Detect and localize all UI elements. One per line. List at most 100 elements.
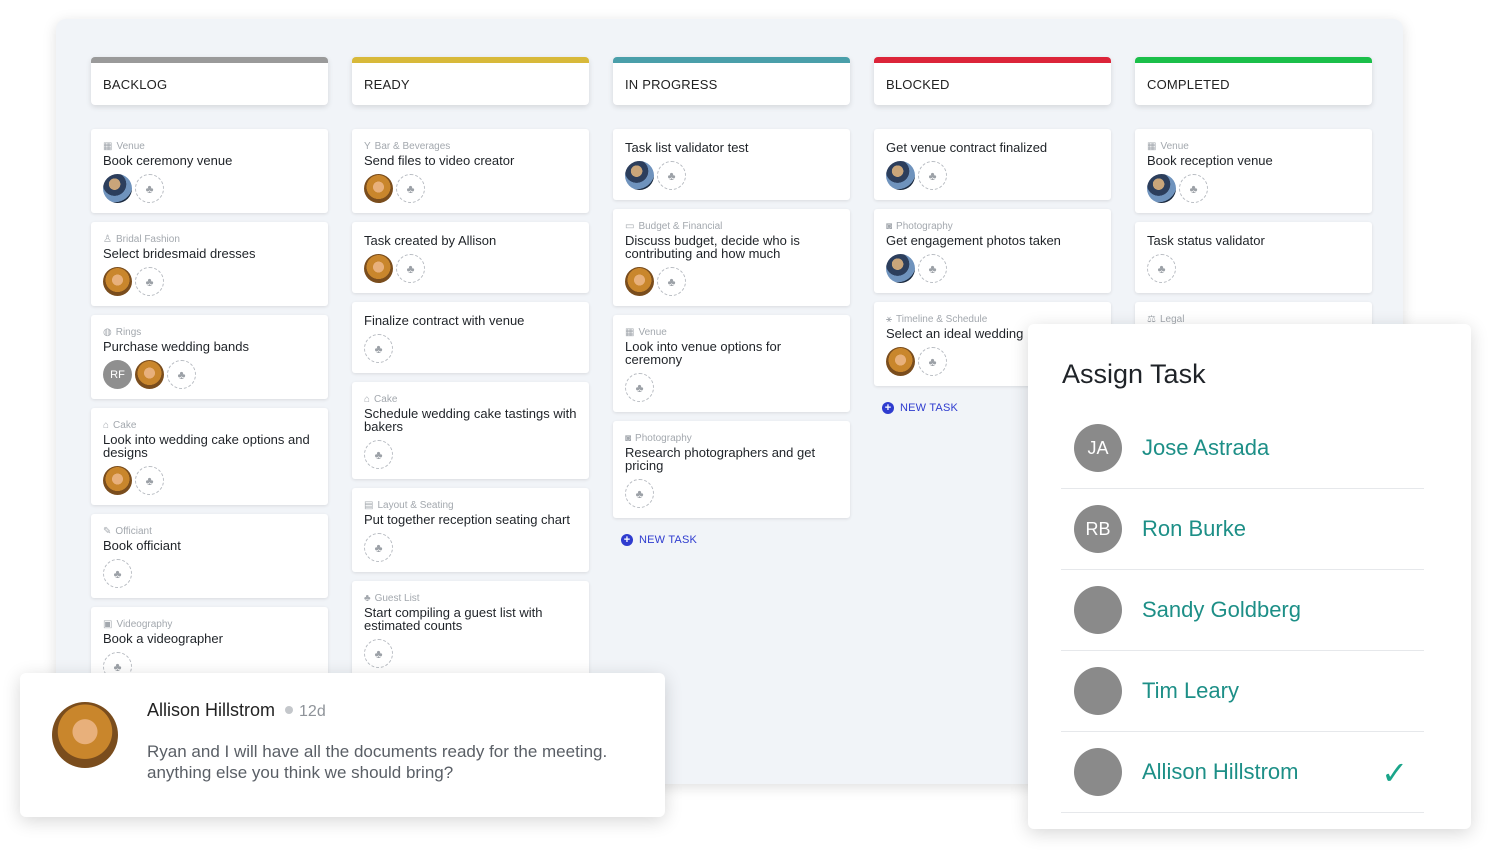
assignee-name: Sandy Goldberg <box>1142 597 1301 622</box>
task-card[interactable]: ♙ Bridal Fashion Select bridesmaid dresses… <box>91 222 328 306</box>
assignee-list: JA Jose Astrada RB Ron Burke Sandy Goldberg T… <box>1061 408 1424 813</box>
avatar[interactable] <box>135 360 164 389</box>
assign-users-icon[interactable]: ♣ <box>625 479 654 508</box>
task-card[interactable]: Finalize contract with venue ♣ <box>352 302 589 373</box>
card-category: ⌂ Cake <box>364 394 577 405</box>
assign-users-icon[interactable]: ♣ <box>1179 174 1208 203</box>
card-title: Schedule wedding cake tastings with bake… <box>364 406 577 434</box>
card-assignees: ♣ <box>886 254 1099 283</box>
card-category: ▤ Layout & Seating <box>364 500 577 511</box>
avatar[interactable] <box>103 174 132 203</box>
task-card[interactable]: ⌂ Cake Schedule wedding cake tastings with… <box>352 382 589 479</box>
guests-icon: ♣ <box>364 593 371 604</box>
task-card[interactable]: ▦ Venue Book reception venue ♣ <box>1135 129 1372 213</box>
task-card[interactable]: ◍ Rings Purchase wedding bands RF ♣ <box>91 315 328 399</box>
comment-author-name[interactable]: Allison Hillstrom <box>147 700 275 720</box>
avatar[interactable] <box>886 347 915 376</box>
column-backlog: BACKLOG ▦ Venue Book ceremony venue ♣ ♙ Bridal… <box>91 57 328 700</box>
assign-users-icon[interactable]: ♣ <box>918 161 947 190</box>
card-title: Start compiling a guest list with estima… <box>364 605 543 633</box>
card-category-label: Venue <box>638 327 667 338</box>
card-category-label: Rings <box>115 327 142 338</box>
assignee-row[interactable]: Sandy Goldberg <box>1061 570 1424 651</box>
avatar[interactable] <box>1147 174 1176 203</box>
task-card[interactable]: ◙ Photography Research photographers and g… <box>613 421 850 518</box>
task-card[interactable]: ♣ Guest List Start compiling a guest list … <box>352 581 589 678</box>
card-assignees: ♣ <box>364 174 577 203</box>
comment-author-avatar[interactable] <box>52 702 118 768</box>
assignee-row[interactable]: Allison Hillstrom ✓ <box>1061 732 1424 813</box>
card-category-label: Venue <box>1160 141 1189 152</box>
checkmark-icon: ✓ <box>1381 755 1408 791</box>
card-assignees: ♣ <box>625 161 838 190</box>
task-card[interactable]: ⌂ Cake Look into wedding cake options and … <box>91 408 328 505</box>
glass-icon: Y <box>364 141 371 152</box>
assign-users-icon[interactable]: ♣ <box>918 254 947 283</box>
avatar[interactable] <box>886 254 915 283</box>
assign-users-icon[interactable]: ♣ <box>625 373 654 402</box>
card-category: ▭ Budget & Financial <box>625 221 838 232</box>
avatar[interactable] <box>886 161 915 190</box>
avatar[interactable]: RF <box>103 360 132 389</box>
task-card[interactable]: ▦ Venue Look into venue options for ceremo… <box>613 315 850 412</box>
assign-users-icon[interactable]: ♣ <box>364 440 393 469</box>
task-card[interactable]: ▤ Layout & Seating Put together reception … <box>352 488 589 572</box>
card-title: Select bridesmaid dresses <box>103 246 256 261</box>
avatar: JA <box>1074 424 1122 472</box>
card-assignees: ♣ <box>364 440 577 469</box>
assign-users-icon[interactable]: ♣ <box>135 466 164 495</box>
task-card[interactable]: ▦ Venue Book ceremony venue ♣ <box>91 129 328 213</box>
task-card[interactable]: Task status validator ♣ <box>1135 222 1372 293</box>
timeline-icon: ⚹ <box>886 314 892 325</box>
assignee-row[interactable]: RB Ron Burke <box>1061 489 1424 570</box>
column-header[interactable]: IN PROGRESS <box>613 57 850 105</box>
assign-users-icon[interactable]: ♣ <box>396 254 425 283</box>
column-in-progress: IN PROGRESS Task list validator test ♣ ▭ Bud… <box>613 57 850 546</box>
task-card[interactable]: Task created by Allison ♣ <box>352 222 589 293</box>
task-card[interactable]: Task list validator test ♣ <box>613 129 850 200</box>
column-header[interactable]: BACKLOG <box>91 57 328 105</box>
assign-users-icon[interactable]: ♣ <box>364 639 393 668</box>
assign-users-icon[interactable]: ♣ <box>918 347 947 376</box>
building-icon: ▦ <box>103 141 113 152</box>
assign-users-icon[interactable]: ♣ <box>135 267 164 296</box>
card-title: Put together reception seating chart <box>364 512 570 527</box>
task-card[interactable]: ◙ Photography Get engagement photos taken ♣ <box>874 209 1111 293</box>
task-card[interactable]: Get venue contract finalized ♣ <box>874 129 1111 200</box>
avatar[interactable] <box>625 161 654 190</box>
card-category-label: Bridal Fashion <box>115 234 180 245</box>
assign-users-icon[interactable]: ♣ <box>364 533 393 562</box>
assign-users-icon[interactable]: ♣ <box>1147 254 1176 283</box>
assign-users-icon[interactable]: ♣ <box>657 267 686 296</box>
assignee-row[interactable]: JA Jose Astrada <box>1061 408 1424 489</box>
card-title: Get engagement photos taken <box>886 233 1061 248</box>
assign-users-icon[interactable]: ♣ <box>135 174 164 203</box>
assign-users-icon[interactable]: ♣ <box>396 174 425 203</box>
new-task-button[interactable]: + NEW TASK <box>621 534 850 546</box>
assign-users-icon[interactable]: ♣ <box>364 334 393 363</box>
assignee-row[interactable]: Tim Leary <box>1061 651 1424 732</box>
task-card[interactable]: Y Bar & Beverages Send files to video crea… <box>352 129 589 213</box>
card-assignees: ♣ <box>1147 174 1360 203</box>
task-card[interactable]: ✎ Officiant Book officiant ♣ <box>91 514 328 598</box>
column-header[interactable]: COMPLETED <box>1135 57 1372 105</box>
assign-users-icon[interactable]: ♣ <box>167 360 196 389</box>
card-assignees: ♣ <box>625 373 838 402</box>
task-card[interactable]: ▭ Budget & Financial Discuss budget, decid… <box>613 209 850 306</box>
card-assignees: ♣ <box>364 254 577 283</box>
card-title: Task status validator <box>1147 233 1265 248</box>
card-category: ▦ Venue <box>625 327 838 338</box>
card-title: Task created by Allison <box>364 233 497 248</box>
column-header[interactable]: BLOCKED <box>874 57 1111 105</box>
avatar[interactable] <box>364 174 393 203</box>
card-assignees: ♣ <box>886 161 1099 190</box>
assign-users-icon[interactable]: ♣ <box>657 161 686 190</box>
column-header[interactable]: READY <box>352 57 589 105</box>
avatar[interactable] <box>103 466 132 495</box>
avatar[interactable] <box>364 254 393 283</box>
assign-users-icon[interactable]: ♣ <box>103 559 132 588</box>
avatar[interactable] <box>103 267 132 296</box>
card-title: Purchase wedding bands <box>103 339 249 354</box>
avatar[interactable] <box>625 267 654 296</box>
card-category-label: Layout & Seating <box>377 500 454 511</box>
